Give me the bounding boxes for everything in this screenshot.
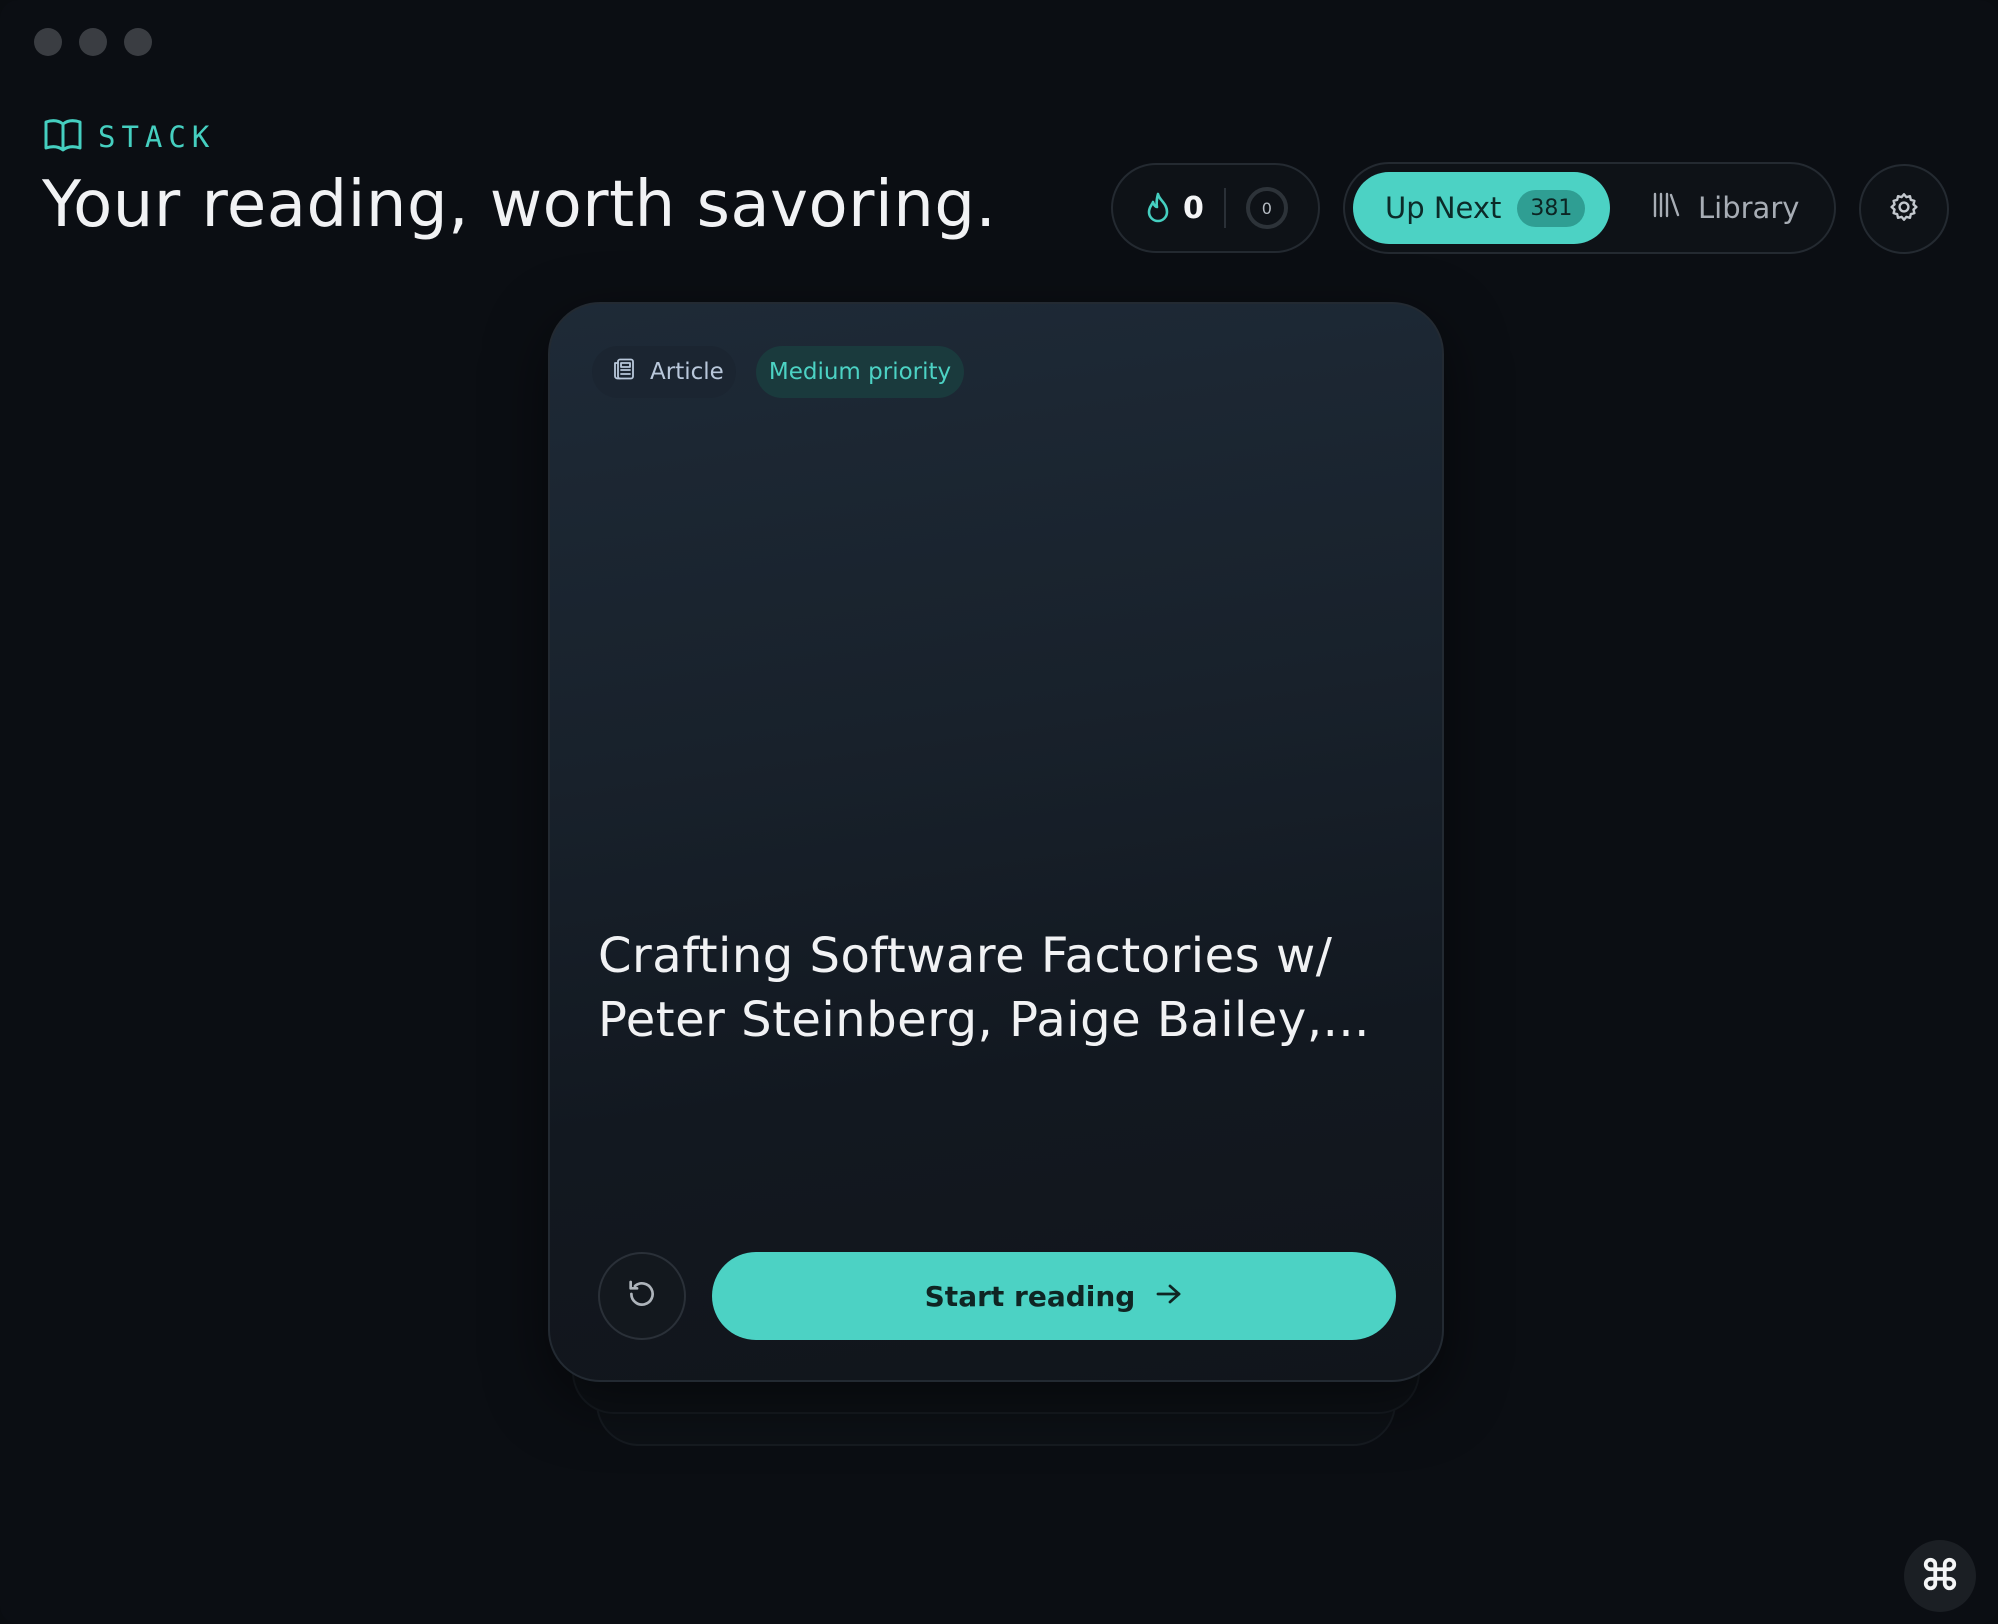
tab-up-next-label: Up Next xyxy=(1385,191,1502,225)
undo-button[interactable] xyxy=(598,1252,686,1340)
flame-icon xyxy=(1145,192,1171,224)
library-books-icon xyxy=(1652,191,1680,225)
brand: STACK xyxy=(44,118,215,156)
tab-up-next[interactable]: Up Next 381 xyxy=(1353,172,1610,244)
up-next-count-badge: 381 xyxy=(1517,189,1586,227)
app-window: STACK Your reading, worth savoring. 0 0 … xyxy=(0,0,1998,1624)
page-headline: Your reading, worth savoring. xyxy=(42,168,997,242)
priority-chip: Medium priority xyxy=(756,346,964,398)
open-book-icon xyxy=(44,118,82,156)
command-icon xyxy=(1921,1555,1959,1597)
start-reading-button[interactable]: Start reading xyxy=(712,1252,1396,1340)
streak-counter[interactable]: 0 0 xyxy=(1111,163,1320,253)
tab-library[interactable]: Library xyxy=(1652,164,1799,252)
window-controls xyxy=(34,28,152,56)
divider xyxy=(1223,188,1226,228)
newspaper-icon xyxy=(612,357,636,387)
reading-card[interactable]: Article Medium priority Crafting Softwar… xyxy=(548,302,1444,1382)
arrow-right-icon xyxy=(1155,1280,1183,1313)
content-type-chip: Article xyxy=(592,346,736,398)
streak-count: 0 xyxy=(1183,190,1204,226)
brand-name: STACK xyxy=(98,120,216,154)
gear-icon xyxy=(1888,191,1920,227)
tab-library-label: Library xyxy=(1698,191,1800,225)
command-button[interactable] xyxy=(1904,1540,1976,1612)
start-reading-label: Start reading xyxy=(924,1279,1136,1313)
progress-ring: 0 xyxy=(1245,187,1288,229)
close-window-button[interactable] xyxy=(34,28,62,56)
undo-icon xyxy=(625,1277,659,1315)
settings-button[interactable] xyxy=(1859,164,1949,254)
card-title: Crafting Software Factories w/ Peter Ste… xyxy=(598,928,1370,1048)
maximize-window-button[interactable] xyxy=(124,28,152,56)
view-switcher: Up Next 381 Library xyxy=(1343,162,1836,254)
minimize-window-button[interactable] xyxy=(79,28,107,56)
priority-label: Medium priority xyxy=(768,359,952,385)
content-type-label: Article xyxy=(650,359,724,385)
